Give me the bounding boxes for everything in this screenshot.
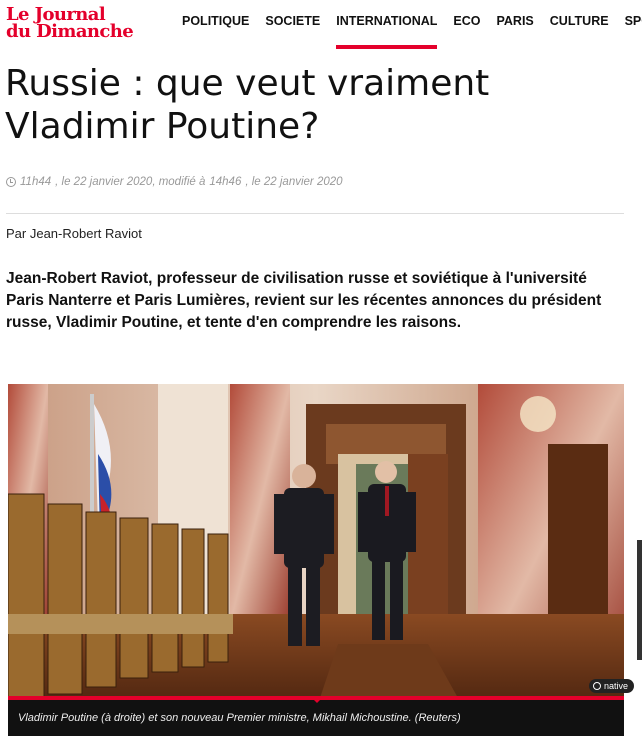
- nav-culture[interactable]: CULTURE: [550, 0, 609, 52]
- photo-caption: Vladimir Poutine (à droite) et son nouve…: [8, 696, 624, 736]
- caption-notch: [310, 696, 324, 703]
- scroll-edge: [637, 540, 642, 660]
- nav-eco[interactable]: ECO: [453, 0, 480, 52]
- site-logo[interactable]: Le Journal du Dimanche: [6, 6, 142, 42]
- publish-date: , le 22 janvier 2020, modifié à: [55, 176, 206, 188]
- clock-icon: [6, 177, 16, 187]
- article-title: Russie : que veut vraiment Vladimir Pout…: [5, 63, 490, 147]
- article-meta: 11h44 , le 22 janvier 2020, modifié à 14…: [6, 176, 343, 188]
- nav-sport[interactable]: SPORT: [625, 0, 642, 52]
- nav-societe[interactable]: SOCIETE: [265, 0, 320, 52]
- camera-icon: [592, 682, 601, 690]
- logo-line-2: du Dimanche: [6, 21, 134, 42]
- meta-divider: [6, 213, 624, 214]
- native-badge[interactable]: native: [588, 679, 634, 693]
- nav-international[interactable]: INTERNATIONAL: [336, 0, 438, 52]
- article-photo[interactable]: [8, 384, 624, 734]
- caption-text: Vladimir Poutine (à droite) et son nouve…: [18, 712, 461, 724]
- article-byline: Par Jean-Robert Raviot: [6, 226, 142, 241]
- main-nav: POLITIQUE SOCIETE INTERNATIONAL ECO PARI…: [182, 0, 642, 52]
- article-lead: Jean-Robert Raviot, professeur de civili…: [6, 270, 602, 331]
- photo-illustration: [8, 384, 624, 734]
- publish-time: 11h44: [20, 176, 52, 188]
- site-header: Le Journal du Dimanche POLITIQUE SOCIETE…: [0, 0, 642, 52]
- nav-politique[interactable]: POLITIQUE: [182, 0, 249, 52]
- native-badge-label: native: [603, 681, 628, 691]
- modified-date: , le 22 janvier 2020: [245, 176, 343, 188]
- nav-paris[interactable]: PARIS: [497, 0, 534, 52]
- modified-time: 14h46: [209, 176, 242, 188]
